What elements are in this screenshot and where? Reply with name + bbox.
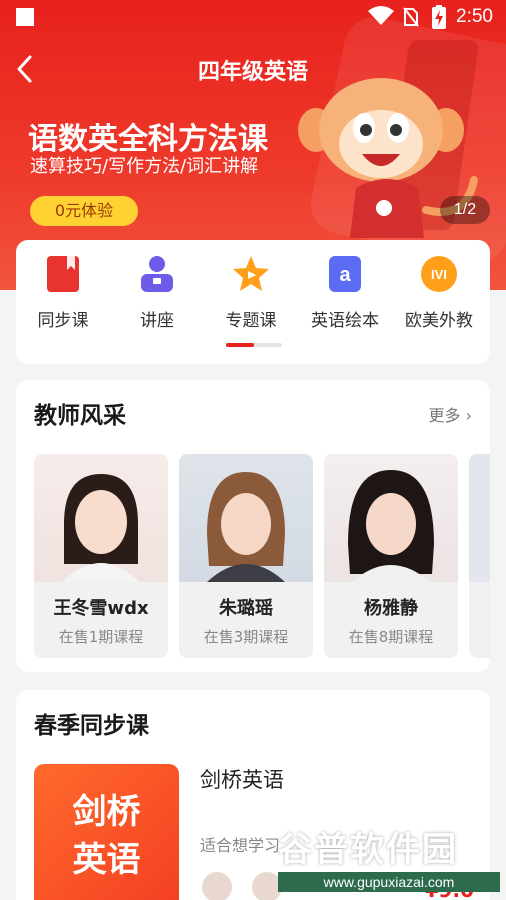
svg-text:a: a bbox=[339, 264, 351, 286]
teacher-card[interactable]: 王冬雪wdx 在售1期课程 bbox=[34, 454, 168, 658]
wifi-icon bbox=[368, 6, 394, 25]
teacher-photo bbox=[469, 454, 490, 582]
category-picture-book[interactable]: a 英语绘本 bbox=[300, 254, 390, 331]
banner-page-indicator: 1/2 bbox=[440, 196, 490, 224]
teacher-card[interactable]: 杨雅静 在售8期课程 bbox=[324, 454, 458, 658]
chevron-right-icon: › bbox=[465, 406, 472, 425]
more-link[interactable]: 更多 › bbox=[428, 402, 472, 426]
teacher-card[interactable]: 朱璐瑶 在售3期课程 bbox=[179, 454, 313, 658]
battery-charging-icon bbox=[432, 5, 446, 29]
course-cover[interactable]: 剑桥 英语 bbox=[34, 764, 179, 900]
category-card: 同步课 讲座 专题课 a 英语绘本 IVI 欧美外教 bbox=[16, 240, 490, 364]
lecturer-icon bbox=[137, 254, 177, 294]
no-sim-icon bbox=[403, 7, 419, 27]
teacher-photo bbox=[179, 454, 313, 582]
clock: 2:50 bbox=[456, 6, 493, 27]
free-trial-button[interactable]: 0元体验 bbox=[30, 196, 138, 226]
notification-icon bbox=[16, 8, 34, 26]
teacher-card-partial[interactable] bbox=[469, 454, 490, 658]
picture-book-icon: a bbox=[325, 254, 365, 294]
star-icon bbox=[231, 254, 271, 294]
teachers-section: 教师风采 更多 › 王冬雪wdx 在售1期课程 朱璐瑶 在售3期课程 杨雅静 在… bbox=[16, 380, 490, 672]
avatar bbox=[200, 870, 234, 900]
foreign-teacher-icon: IVI bbox=[419, 254, 459, 294]
teacher-photo bbox=[34, 454, 168, 582]
banner-subtitle[interactable]: 速算技巧/写作方法/词汇讲解 bbox=[30, 152, 258, 178]
category-foreign-teacher[interactable]: IVI 欧美外教 bbox=[394, 254, 484, 331]
category-lecture[interactable]: 讲座 bbox=[112, 254, 202, 331]
watermark: 谷普软件园 www.gupuxiazai.com bbox=[278, 822, 500, 892]
svg-text:IVI: IVI bbox=[431, 267, 447, 282]
book-icon bbox=[43, 254, 83, 294]
course-name[interactable]: 剑桥英语 bbox=[200, 764, 284, 794]
category-sync-course[interactable]: 同步课 bbox=[18, 254, 108, 331]
teacher-photo bbox=[324, 454, 458, 582]
section-title: 春季同步课 bbox=[34, 713, 149, 739]
course-description: 适合想学习 bbox=[200, 836, 281, 855]
category-scroll-indicator bbox=[226, 343, 282, 347]
status-bar: 2:50 bbox=[0, 0, 506, 34]
section-title: 教师风采 bbox=[34, 403, 126, 429]
category-special-course[interactable]: 专题课 bbox=[206, 254, 296, 331]
